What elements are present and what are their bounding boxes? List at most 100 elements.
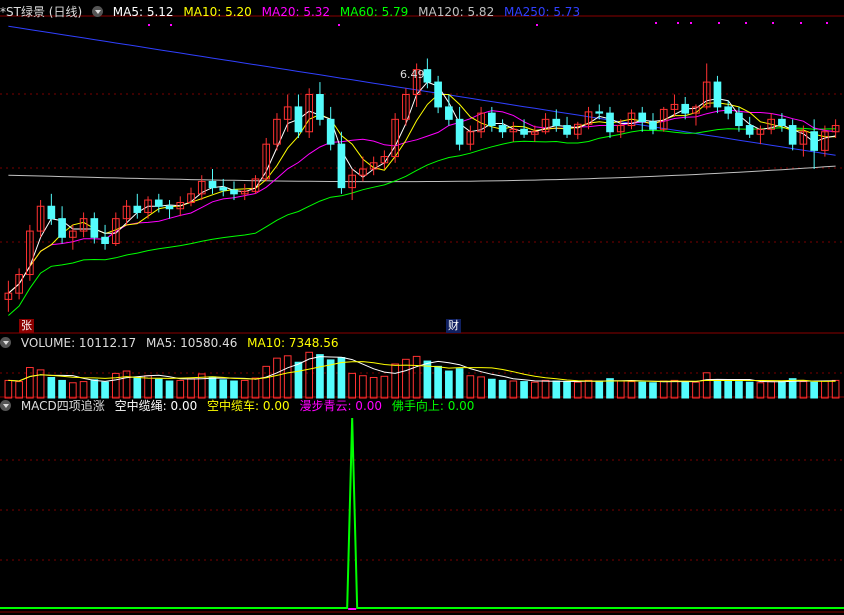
volume-bar: [552, 380, 561, 399]
volume-label: VOLUME: 10112.17: [20, 336, 137, 350]
signal-dot: [338, 24, 340, 26]
volume-bar: [58, 379, 66, 399]
volume-bar: [477, 376, 485, 399]
signal-dot: [536, 24, 538, 26]
chevron-down-icon[interactable]: [0, 400, 11, 411]
volume-bar: [316, 354, 324, 399]
volume-bar: [122, 370, 131, 399]
ma250-line: [8, 25, 836, 156]
volume-bar: [745, 381, 754, 399]
chevron-down-icon[interactable]: [0, 337, 11, 348]
candle-body: [606, 112, 614, 133]
candle-body: [552, 118, 561, 127]
candle-body: [101, 236, 109, 245]
volume-bar: [283, 355, 292, 399]
volume-bar: [176, 379, 185, 399]
candle-body: [219, 187, 228, 191]
signal-dot: [170, 24, 172, 26]
volume-bar: [154, 378, 163, 399]
volume-bar: [530, 381, 539, 399]
ma120-label: MA120: 5.82: [418, 5, 495, 19]
ma60-label: MA60: 5.79: [339, 5, 409, 19]
volume-bar: [79, 381, 88, 399]
volume-ma10-label: MA10: 7348.56: [247, 336, 339, 350]
signal-dot: [690, 22, 692, 24]
volume-bar: [670, 379, 679, 399]
signal-dot: [745, 22, 747, 24]
volume-bar: [15, 381, 23, 399]
ma5-label: MA5: 5.12: [112, 5, 174, 19]
candle-body: [595, 111, 604, 114]
volume-bar: [391, 363, 399, 399]
candle-body: [445, 106, 453, 120]
candle-body: [90, 218, 99, 238]
candle-body: [563, 125, 571, 135]
volume-bar: [273, 357, 281, 399]
volume-bar: [724, 380, 733, 399]
ma20-label: MA20: 5.32: [261, 5, 331, 19]
candle-body: [326, 118, 335, 145]
volume-bar: [294, 361, 303, 399]
ma10-label: MA10: 5.20: [183, 5, 252, 19]
candle-body: [434, 81, 442, 108]
volume-bar: [219, 379, 228, 399]
volume-bar: [584, 379, 593, 399]
volume-bar: [133, 376, 142, 399]
volume-bar: [380, 375, 389, 399]
volume-bar: [756, 382, 765, 399]
candle-body: [316, 94, 324, 120]
volume-bar: [713, 379, 722, 399]
volume-bar: [90, 379, 99, 399]
volume-bar: [488, 378, 496, 399]
volume-bar: [445, 370, 453, 399]
volume-bar: [187, 378, 195, 399]
volume-bar: [627, 381, 636, 399]
signal-dot: [148, 24, 150, 26]
volume-bar: [692, 381, 700, 399]
volume-bar: [498, 379, 507, 399]
main-legend: *ST绿景 (日线) MA5: 5.12 MA10: 5.20 MA20: 5.…: [0, 4, 586, 20]
ma250-label: MA250: 5.73: [504, 5, 581, 19]
volume-bar: [659, 380, 668, 399]
volume-bar: [359, 375, 367, 399]
candle-body: [455, 118, 464, 145]
candle-body: [788, 125, 797, 145]
volume-bar: [831, 379, 840, 399]
volume-bar: [767, 381, 775, 399]
candle-body: [649, 121, 657, 130]
volume-bar: [595, 380, 604, 399]
volume-bar: [799, 381, 808, 399]
volume-bar: [251, 377, 260, 399]
candle-body: [488, 112, 496, 127]
candle-body: [154, 199, 163, 207]
volume-bar: [434, 365, 442, 399]
volume-bar: [821, 380, 829, 399]
signal-dot: [718, 22, 720, 24]
volume-bar: [681, 381, 690, 399]
volume-bar: [101, 381, 109, 399]
signal-dot: [772, 22, 774, 24]
volume-bar: [455, 368, 464, 399]
indicator-line-3: 漫步青云: 0.00: [299, 399, 383, 413]
stock-title: *ST绿景 (日线): [0, 5, 83, 19]
volume-bar: [262, 365, 271, 399]
candle-body: [165, 205, 174, 210]
signal-dot: [800, 22, 802, 24]
volume-bar: [573, 381, 582, 399]
candle-body: [498, 125, 507, 133]
volume-bar: [735, 381, 743, 399]
volume-bar: [702, 372, 711, 399]
macd-legend: MACD四项追涨 空中缆绳: 0.00 空中缆车: 0.00 漫步青云: 0.0…: [0, 398, 480, 414]
chevron-down-icon[interactable]: [91, 6, 103, 17]
indicator-line-4: 佛手向上: 0.00: [391, 399, 475, 413]
volume-bar: [778, 380, 786, 399]
stock-chart[interactable]: [0, 0, 844, 615]
indicator-line-1: 空中缆绳: 0.00: [114, 399, 198, 413]
volume-bar: [230, 380, 238, 399]
candle-body: [778, 118, 786, 127]
volume-bar: [240, 379, 249, 399]
volume-legend: VOLUME: 10112.17 MA5: 10580.46 MA10: 734…: [0, 335, 344, 351]
candle-body: [724, 106, 733, 114]
volume-bar: [26, 367, 34, 399]
volume-bar: [509, 380, 518, 399]
